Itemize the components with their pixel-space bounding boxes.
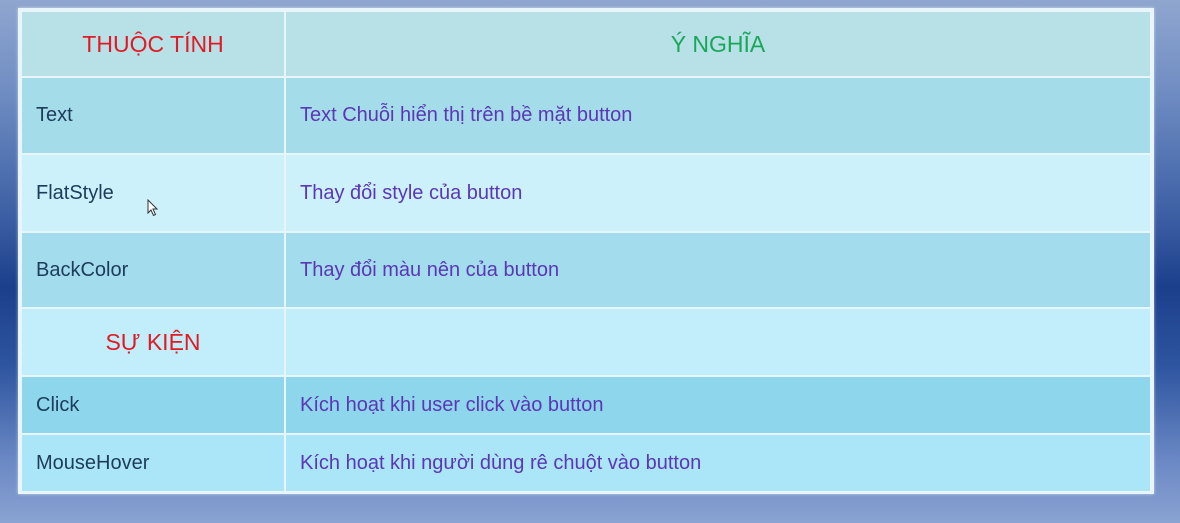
events-section-row: SỰ KIỆN [20, 307, 1152, 377]
header-property: THUỘC TÍNH [20, 10, 286, 78]
event-name-click: Click [20, 375, 286, 435]
events-section-label: SỰ KIỆN [20, 307, 286, 377]
table-row: BackColor Thay đổi màu nên của button [20, 231, 1152, 309]
events-section-empty-cell [284, 307, 1152, 377]
table-row: Click Kích hoạt khi user click vào butto… [20, 375, 1152, 435]
event-meaning-mousehover: Kích hoạt khi người dùng rê chuột vào bu… [284, 433, 1152, 493]
mouse-pointer-icon [147, 199, 159, 217]
table-row: Text Text Chuỗi hiển thị trên bề mặt but… [20, 76, 1152, 155]
property-meaning-text: Text Chuỗi hiển thị trên bề mặt button [284, 76, 1152, 155]
property-name-text: Text [20, 76, 286, 155]
table-row: FlatStyle Thay đổi style của button [20, 153, 1152, 233]
table-header-row: THUỘC TÍNH Ý NGHĨA [20, 10, 1152, 78]
property-meaning-backcolor: Thay đổi màu nên của button [284, 231, 1152, 309]
properties-table: THUỘC TÍNH Ý NGHĨA Text Text Chuỗi hiển … [18, 8, 1154, 494]
event-meaning-click: Kích hoạt khi user click vào button [284, 375, 1152, 435]
properties-grid: THUỘC TÍNH Ý NGHĨA Text Text Chuỗi hiển … [20, 10, 1152, 493]
table-row: MouseHover Kích hoạt khi người dùng rê c… [20, 433, 1152, 493]
property-name-backcolor: BackColor [20, 231, 286, 309]
property-name-flatstyle: FlatStyle [20, 153, 286, 233]
header-meaning: Ý NGHĨA [284, 10, 1152, 78]
event-name-mousehover: MouseHover [20, 433, 286, 493]
property-meaning-flatstyle: Thay đổi style của button [284, 153, 1152, 233]
